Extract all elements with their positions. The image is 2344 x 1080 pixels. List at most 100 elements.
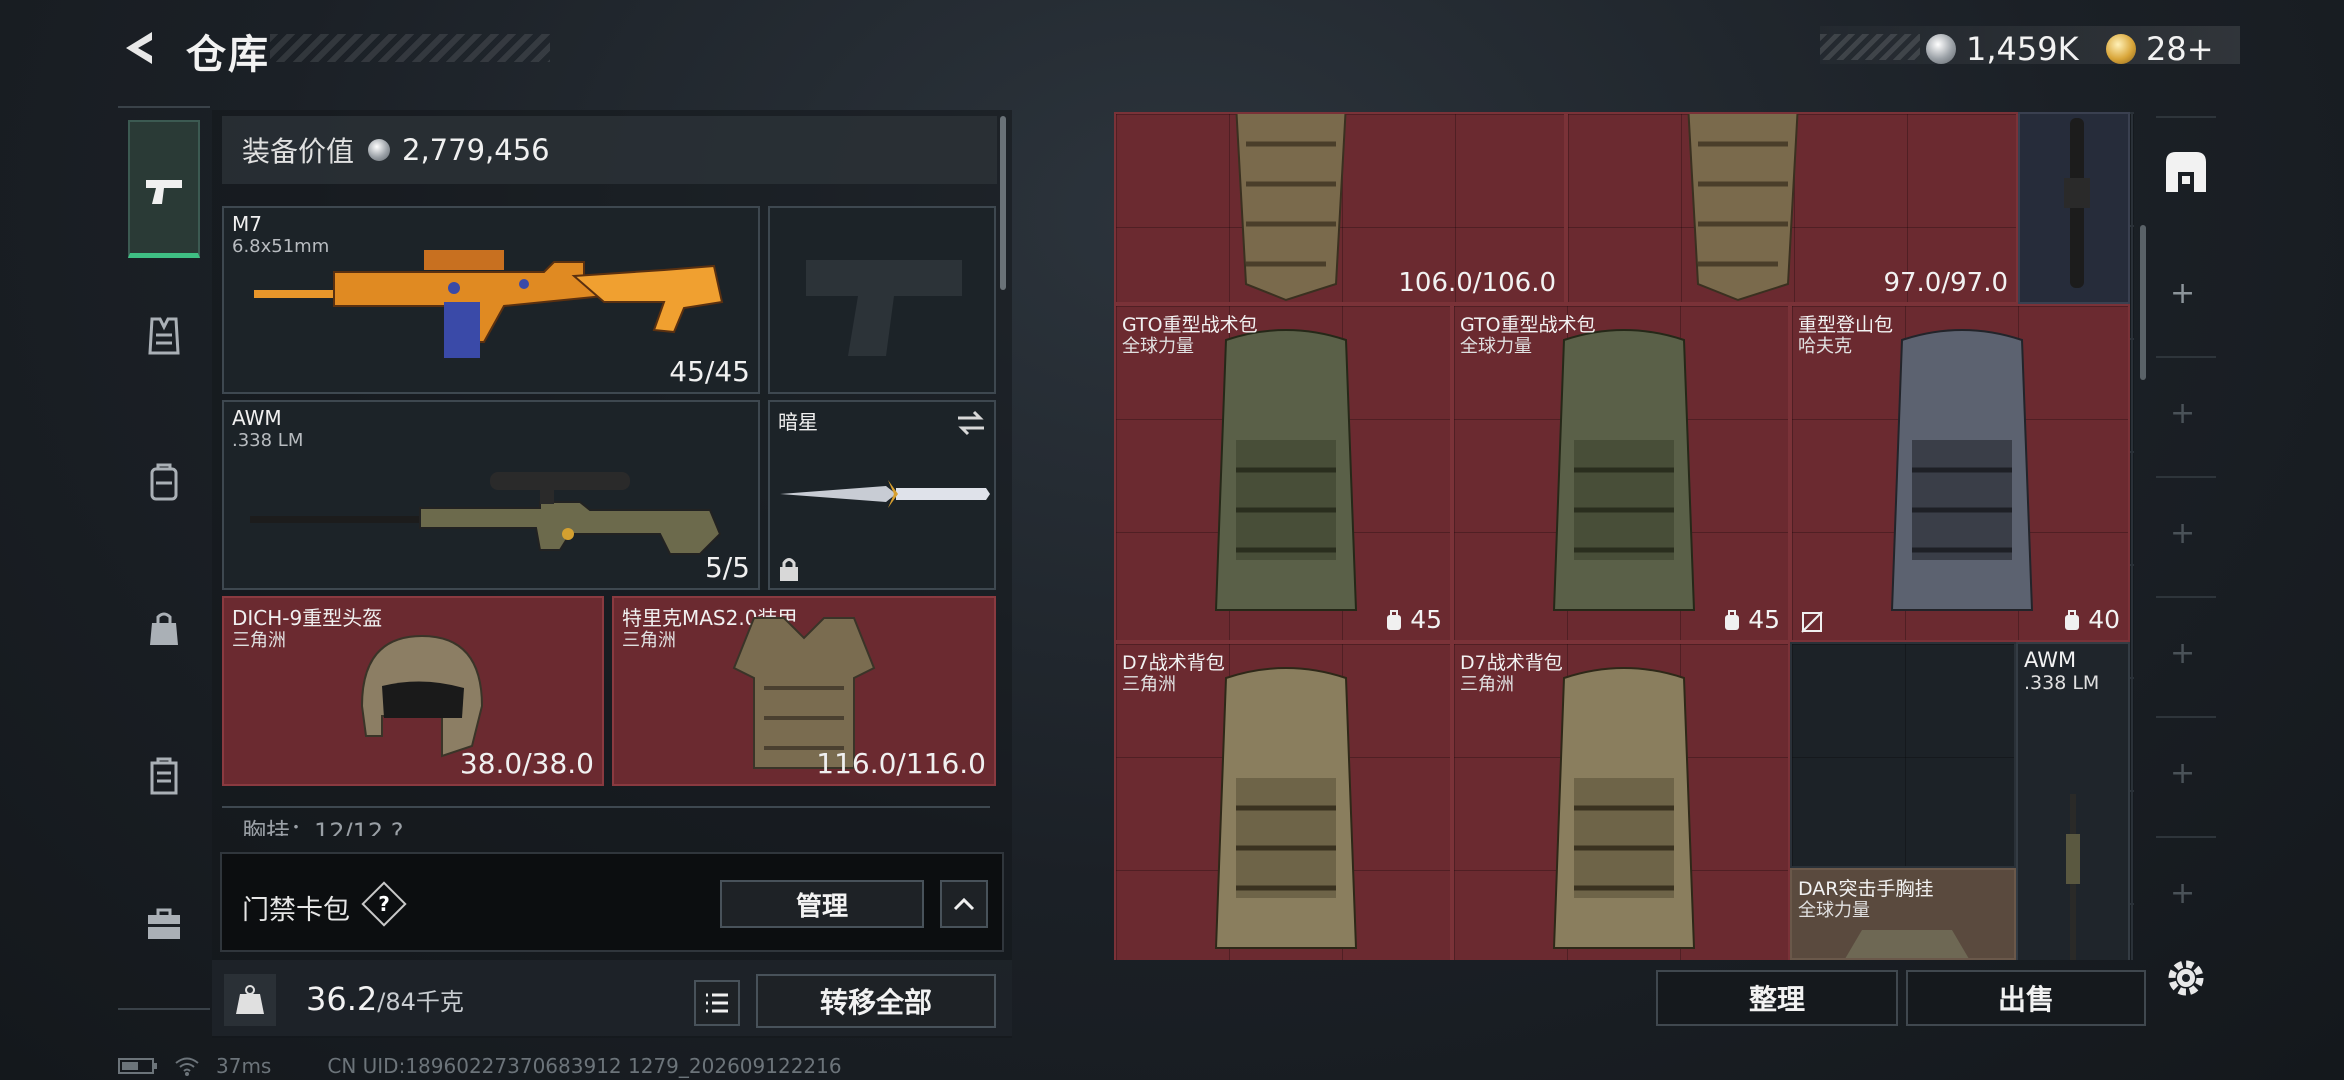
awm-sniper-icon <box>250 472 722 555</box>
stash-item-gto-1[interactable]: GTO重型战术包 全球力量 45 <box>1114 304 1452 642</box>
armor-origin: 三角洲 <box>622 630 676 651</box>
weight-icon <box>224 974 276 1026</box>
equipment-value: 2,779,456 <box>402 133 550 167</box>
stash-item-d7-1[interactable]: D7战术背包 三角洲 35 <box>1114 642 1452 960</box>
chevron-up-icon <box>953 897 975 911</box>
weight-value: 36.2/84千克 <box>306 980 464 1018</box>
armor-durability: 116.0/116.0 <box>816 747 986 780</box>
backpack-icon <box>150 463 178 501</box>
no-insure-icon <box>1801 611 1823 633</box>
stash-item-climbing-pack[interactable]: 重型登山包 哈夫克 40 <box>1790 304 2130 642</box>
organize-button[interactable]: 整理 <box>1656 970 1898 1026</box>
helmet-slot[interactable]: DICH-9重型头盔 三角洲 38.0/38.0 <box>222 596 604 786</box>
empty-stash-space[interactable] <box>1790 642 2016 868</box>
category-weapons[interactable] <box>128 156 200 228</box>
category-container[interactable] <box>128 740 200 812</box>
weapon-name: AWM <box>232 406 282 430</box>
gold-currency[interactable]: 28+ <box>2106 30 2214 68</box>
settings-button[interactable] <box>2162 954 2214 1006</box>
currency-decoration <box>1820 34 1920 60</box>
primary-weapon-slot[interactable]: M7 6.8x51mm 45/45 <box>222 206 760 394</box>
equipment-value-row: 装备价值 2,779,456 <box>222 116 997 184</box>
category-backpack[interactable] <box>128 446 200 518</box>
backpack-capacity-icon <box>1387 609 1402 630</box>
armor-vest-icon <box>148 317 180 355</box>
helmet-icon <box>360 634 484 758</box>
melee-name: 暗星 <box>778 410 818 434</box>
item-durability: 106.0/106.0 <box>1398 268 1556 298</box>
loadout-scrollbar[interactable] <box>1000 116 1006 290</box>
add-stash-page-plus-icon[interactable]: + <box>2170 396 2195 431</box>
list-view-button[interactable] <box>694 980 740 1026</box>
secondary-weapon-slot[interactable]: AWM .338 LM 5/5 <box>222 400 760 590</box>
lock-icon <box>780 558 798 581</box>
stash-item-vest-b[interactable]: 97.0/97.0 <box>1566 112 2018 304</box>
ammo-count: 45/45 <box>669 355 750 388</box>
item-capacity: 45 <box>1384 605 1442 634</box>
list-icon <box>706 993 728 1013</box>
awm-sniper-icon <box>2066 794 2080 960</box>
chest-rig-icon <box>1845 930 1969 958</box>
item-faction: 全球力量 <box>1122 336 1194 357</box>
backpack-icon <box>1552 667 1696 949</box>
weight-max: /84千克 <box>377 988 464 1016</box>
silver-coin-icon <box>368 139 391 161</box>
armor-vest-icon <box>1235 114 1347 302</box>
category-bag[interactable] <box>128 592 200 664</box>
armor-slot[interactable]: 特里克MAS2.0装甲 三角洲 116.0/116.0 <box>612 596 996 786</box>
add-stash-page-plus-icon[interactable]: + <box>2170 756 2195 791</box>
kg-weight-icon <box>236 985 264 1014</box>
weight-row: 36.2/84千克 转移全部 <box>212 960 1012 1036</box>
category-toolbox[interactable] <box>128 888 200 960</box>
stash-item-d7-2[interactable]: D7战术背包 三角洲 35 <box>1452 642 1790 960</box>
sell-button[interactable]: 出售 <box>1906 970 2146 1026</box>
backpack-icon <box>1214 329 1358 611</box>
item-durability: 97.0/97.0 <box>1883 268 2008 298</box>
stash-layout-icon <box>2166 152 2206 192</box>
add-stash-page-plus-icon[interactable]: + <box>2170 636 2195 671</box>
item-capacity: 40 <box>2062 605 2120 634</box>
add-stash-page-plus-icon[interactable]: + <box>2170 516 2195 551</box>
chest-rig-slot[interactable]: 胸挂：12/12 ? <box>222 806 990 836</box>
backpack-capacity-icon <box>1725 609 1740 630</box>
item-name: AWM <box>2024 648 2077 672</box>
item-faction: 全球力量 <box>1798 900 1870 921</box>
help-icon[interactable]: ? <box>361 881 407 927</box>
armor-vest-icon <box>1687 114 1799 302</box>
battery-icon <box>118 1058 157 1074</box>
m7-rifle-icon <box>254 250 724 358</box>
item-capacity: 45 <box>1722 605 1780 634</box>
silver-currency[interactable]: 1,459K <box>1926 30 2079 68</box>
melee-slot[interactable]: 暗星 <box>768 400 996 590</box>
chest-rig-label: 胸挂：12/12 ? <box>242 818 404 836</box>
stash-item-vest-a[interactable]: 106.0/106.0 <box>1114 112 1566 304</box>
container-icon <box>150 757 178 795</box>
stash-item-scope[interactable] <box>2018 112 2130 304</box>
sidearm-slot[interactable] <box>768 206 996 394</box>
item-faction: 哈夫克 <box>1798 336 1852 357</box>
backpack-icon <box>1552 329 1696 611</box>
category-armor[interactable] <box>128 300 200 372</box>
item-caliber: .338 LM <box>2024 672 2100 694</box>
stash-item-gto-2[interactable]: GTO重型战术包 全球力量 45 <box>1452 304 1790 642</box>
title-decoration <box>270 34 550 62</box>
knife-icon <box>780 480 990 508</box>
stash-item-dar-chest-rig[interactable]: DAR突击手胸挂 全球力量 <box>1790 868 2016 960</box>
stash-item-awm[interactable]: AWM .338 LM <box>2016 642 2130 960</box>
gear-icon <box>2168 960 2204 996</box>
keycard-case-label: 门禁卡包 <box>242 895 350 926</box>
collapse-button[interactable] <box>940 880 988 928</box>
manage-button[interactable]: 管理 <box>720 880 924 928</box>
status-bar: 37ms CN UID:18960227370683912 1279_20260… <box>118 1054 842 1078</box>
back-arrow-icon <box>126 32 152 64</box>
scope-icon <box>2064 118 2090 288</box>
swap-icon[interactable] <box>956 410 986 436</box>
stash-layout-button[interactable] <box>2160 146 2212 198</box>
pistol-placeholder-icon <box>806 260 962 356</box>
transfer-all-button[interactable]: 转移全部 <box>756 974 996 1028</box>
silver-coin-icon <box>1926 34 1956 64</box>
stash-scrollbar[interactable] <box>2140 225 2146 380</box>
back-button[interactable] <box>112 22 168 74</box>
add-stash-page-plus-icon[interactable]: + <box>2170 276 2195 311</box>
add-stash-page-plus-icon[interactable]: + <box>2170 876 2195 911</box>
